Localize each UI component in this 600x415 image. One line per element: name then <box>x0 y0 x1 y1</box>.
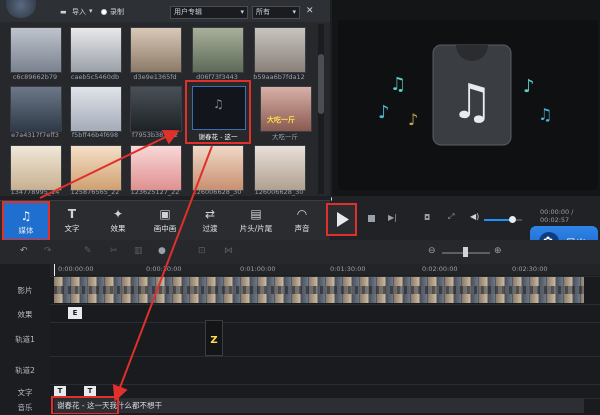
annotation-arrow-to-thumb <box>39 130 180 199</box>
annotation-box-music <box>51 396 119 414</box>
annotation-arrow-to-music <box>112 145 213 402</box>
annotation-arrows <box>39 130 213 414</box>
